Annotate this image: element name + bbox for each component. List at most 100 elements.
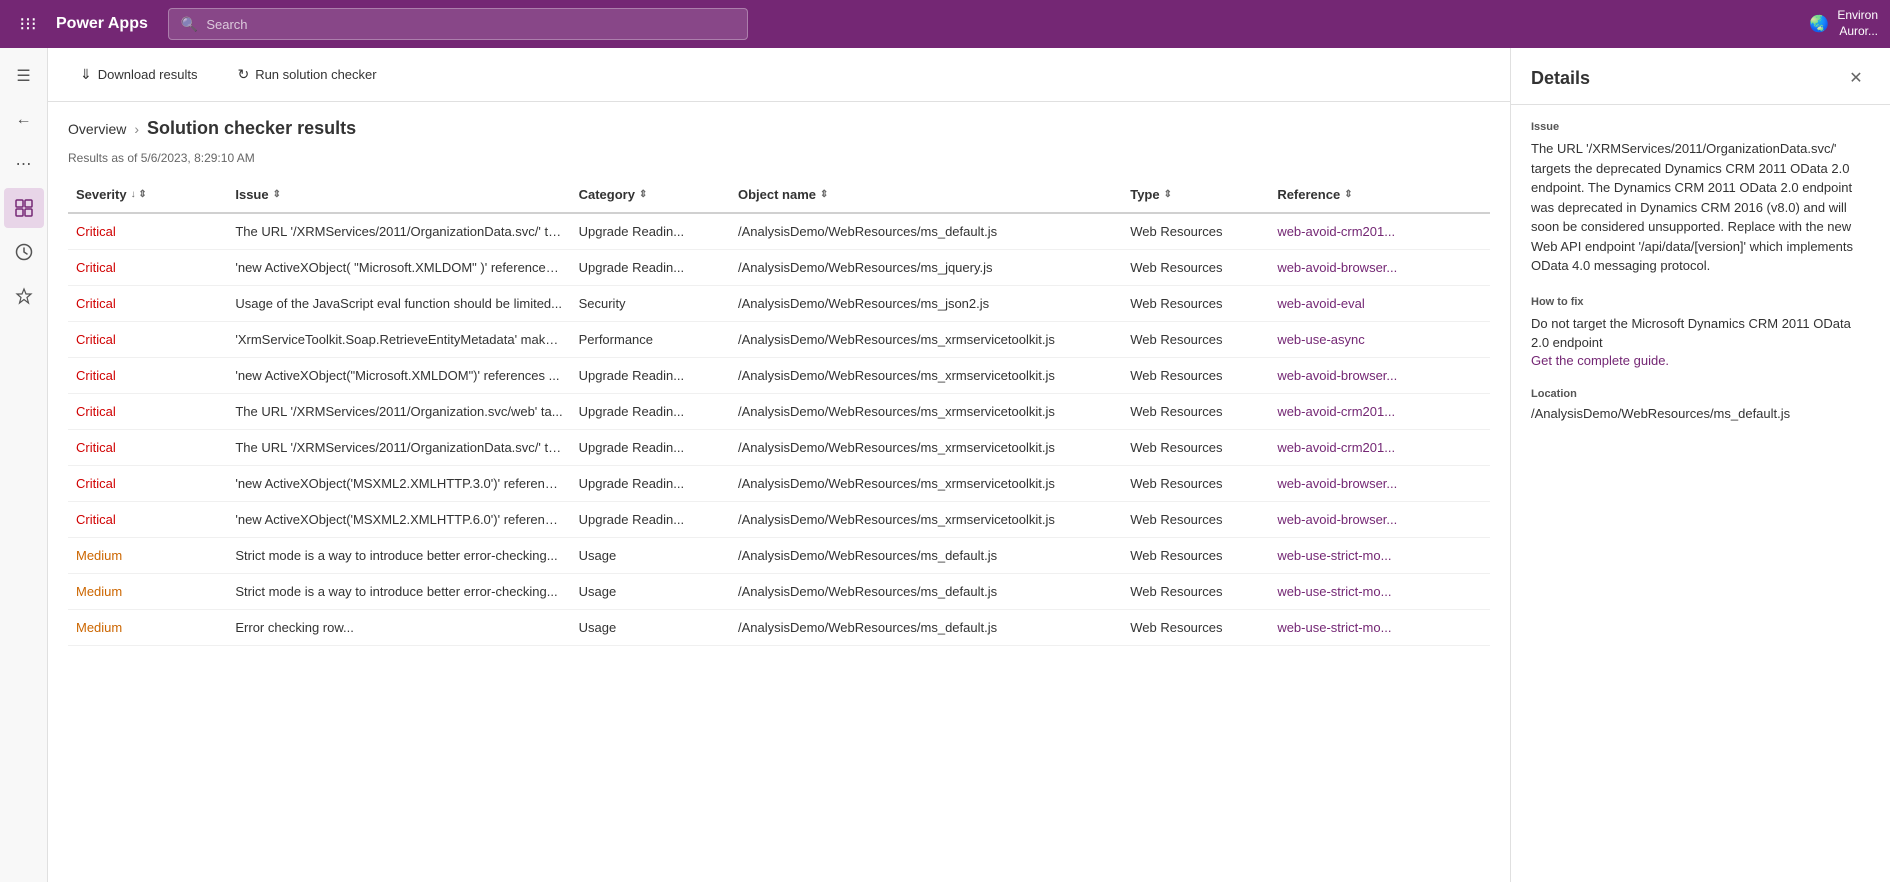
col-header-object[interactable]: Object name ⇕ [730,177,1122,213]
content-area: ⇓ Download results ↻ Run solution checke… [48,48,1510,882]
cell-category: Upgrade Readin... [571,213,730,250]
details-howtofix-text: Do not target the Microsoft Dynamics CRM… [1531,314,1870,353]
reference-link[interactable]: web-avoid-crm201... [1277,224,1482,239]
breadcrumb-separator: › [134,121,139,137]
table-row[interactable]: MediumError checking row...Usage/Analysi… [68,610,1490,646]
cell-reference[interactable]: web-avoid-browser... [1269,250,1490,286]
cell-severity: Critical [68,466,227,502]
details-guide-link[interactable]: Get the complete guide. [1531,353,1669,368]
sidebar-item-menu[interactable]: ☰ [4,56,44,96]
cell-reference[interactable]: web-use-async [1269,322,1490,358]
reference-link[interactable]: web-avoid-eval [1277,296,1482,311]
cell-object-name: /AnalysisDemo/WebResources/ms_json2.js [730,286,1122,322]
details-location-text: /AnalysisDemo/WebResources/ms_default.js [1531,406,1870,421]
cell-type: Web Resources [1122,574,1269,610]
cell-type: Web Resources [1122,430,1269,466]
sort-type-icon: ⇕ [1164,189,1172,200]
refresh-icon: ↻ [237,66,249,83]
search-input[interactable] [206,17,735,32]
cell-reference[interactable]: web-avoid-browser... [1269,358,1490,394]
cell-severity: Critical [68,358,227,394]
details-issue-section: Issue The URL '/XRMServices/2011/Organiz… [1531,121,1870,276]
cell-category: Upgrade Readin... [571,358,730,394]
table-row[interactable]: Critical'new ActiveXObject('MSXML2.XMLHT… [68,502,1490,538]
reference-link[interactable]: web-avoid-browser... [1277,368,1482,383]
table-row[interactable]: MediumStrict mode is a way to introduce … [68,538,1490,574]
details-issue-label: Issue [1531,121,1870,133]
reference-link[interactable]: web-avoid-crm201... [1277,440,1482,455]
cell-reference[interactable]: web-avoid-crm201... [1269,430,1490,466]
cell-severity: Critical [68,322,227,358]
cell-category: Usage [571,574,730,610]
cell-category: Upgrade Readin... [571,394,730,430]
cell-object-name: /AnalysisDemo/WebResources/ms_default.js [730,610,1122,646]
cell-reference[interactable]: web-use-strict-mo... [1269,574,1490,610]
toolbar: ⇓ Download results ↻ Run solution checke… [48,48,1510,102]
cell-type: Web Resources [1122,394,1269,430]
notification-icon[interactable]: 🌏 [1809,14,1829,34]
cell-object-name: /AnalysisDemo/WebResources/ms_xrmservice… [730,430,1122,466]
cell-object-name: /AnalysisDemo/WebResources/ms_xrmservice… [730,466,1122,502]
cell-issue: 'XrmServiceToolkit.Soap.RetrieveEntityMe… [227,322,570,358]
cell-severity: Critical [68,250,227,286]
cell-issue: Usage of the JavaScript eval function sh… [227,286,570,322]
sidebar-item-back[interactable]: ← [4,100,44,140]
table-row[interactable]: Critical'XrmServiceToolkit.Soap.Retrieve… [68,322,1490,358]
cell-type: Web Resources [1122,466,1269,502]
run-solution-checker-button[interactable]: ↻ Run solution checker [225,60,388,89]
cell-type: Web Resources [1122,610,1269,646]
cell-reference[interactable]: web-avoid-browser... [1269,502,1490,538]
search-icon: 🔍 [181,16,198,33]
reference-link[interactable]: web-use-strict-mo... [1277,584,1482,599]
details-location-label: Location [1531,388,1870,400]
col-header-issue[interactable]: Issue ⇕ [227,177,570,213]
table-row[interactable]: CriticalThe URL '/XRMServices/2011/Organ… [68,213,1490,250]
cell-reference[interactable]: web-use-strict-mo... [1269,538,1490,574]
sidebar-item-more[interactable]: ⋯ [4,144,44,184]
reference-link[interactable]: web-use-async [1277,332,1482,347]
col-header-severity[interactable]: Severity ↓ ⇕ [68,177,227,213]
table-row[interactable]: CriticalUsage of the JavaScript eval fun… [68,286,1490,322]
table-row[interactable]: CriticalThe URL '/XRMServices/2011/Organ… [68,394,1490,430]
cell-type: Web Resources [1122,322,1269,358]
col-header-reference[interactable]: Reference ⇕ [1269,177,1490,213]
table-row[interactable]: MediumStrict mode is a way to introduce … [68,574,1490,610]
cell-reference[interactable]: web-avoid-browser... [1269,466,1490,502]
reference-link[interactable]: web-use-strict-mo... [1277,620,1482,635]
table-header-row: Severity ↓ ⇕ Issue ⇕ Cat [68,177,1490,213]
search-bar[interactable]: 🔍 [168,8,748,40]
reference-link[interactable]: web-avoid-browser... [1277,260,1482,275]
details-close-button[interactable]: ✕ [1842,64,1870,92]
cell-category: Performance [571,322,730,358]
cell-issue: Error checking row... [227,610,570,646]
col-header-type[interactable]: Type ⇕ [1122,177,1269,213]
reference-link[interactable]: web-avoid-browser... [1277,512,1482,527]
cell-reference[interactable]: web-avoid-crm201... [1269,213,1490,250]
table-row[interactable]: CriticalThe URL '/XRMServices/2011/Organ… [68,430,1490,466]
details-issue-text: The URL '/XRMServices/2011/OrganizationD… [1531,139,1870,276]
sort-reference-icon: ⇕ [1344,189,1352,200]
apps-grid-icon[interactable]: ⁝⁝⁝ [12,14,44,35]
reference-link[interactable]: web-avoid-browser... [1277,476,1482,491]
details-howtofix-section: How to fix Do not target the Microsoft D… [1531,296,1870,368]
sidebar-item-launch[interactable] [4,276,44,316]
sidebar-item-history[interactable] [4,232,44,272]
table-row[interactable]: Critical'new ActiveXObject( "Microsoft.X… [68,250,1490,286]
table-row[interactable]: Critical'new ActiveXObject('MSXML2.XMLHT… [68,466,1490,502]
cell-category: Upgrade Readin... [571,466,730,502]
cell-reference[interactable]: web-avoid-eval [1269,286,1490,322]
cell-reference[interactable]: web-use-strict-mo... [1269,610,1490,646]
sidebar-item-solutions[interactable] [4,188,44,228]
cell-object-name: /AnalysisDemo/WebResources/ms_xrmservice… [730,322,1122,358]
reference-link[interactable]: web-avoid-crm201... [1277,404,1482,419]
download-results-button[interactable]: ⇓ Download results [68,60,209,89]
cell-category: Usage [571,538,730,574]
cell-severity: Medium [68,538,227,574]
table-row[interactable]: Critical'new ActiveXObject("Microsoft.XM… [68,358,1490,394]
breadcrumb-overview-link[interactable]: Overview [68,121,126,137]
reference-link[interactable]: web-use-strict-mo... [1277,548,1482,563]
cell-reference[interactable]: web-avoid-crm201... [1269,394,1490,430]
col-header-category[interactable]: Category ⇕ [571,177,730,213]
cell-issue: Strict mode is a way to introduce better… [227,538,570,574]
cell-type: Web Resources [1122,286,1269,322]
